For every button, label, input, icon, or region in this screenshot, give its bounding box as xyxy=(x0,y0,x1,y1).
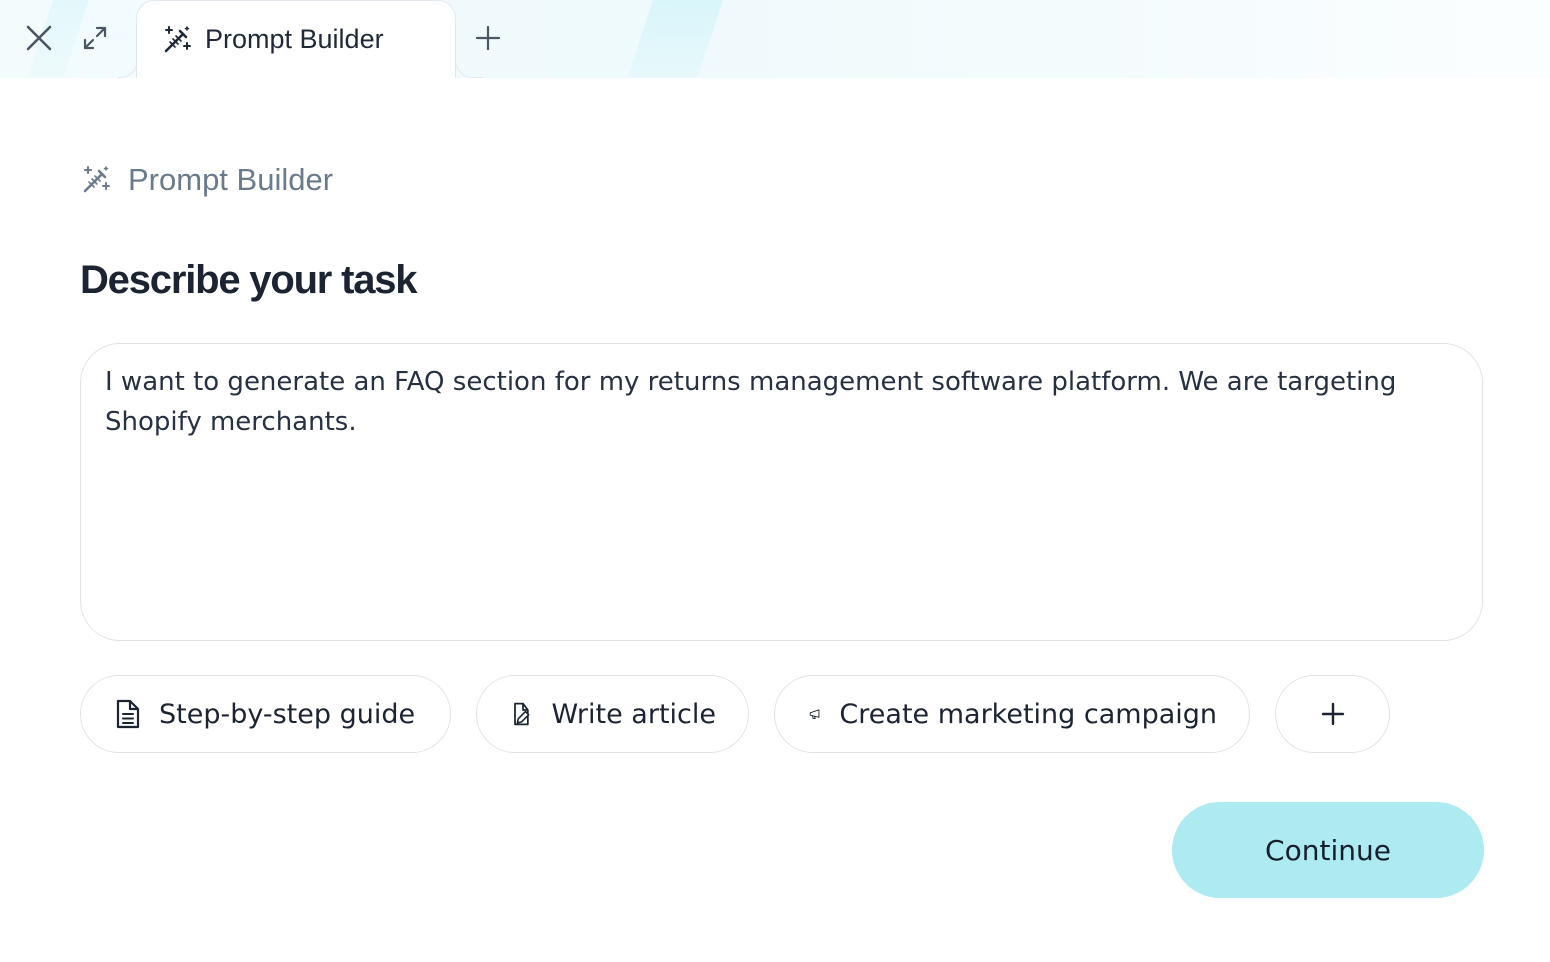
breadcrumb-label: Prompt Builder xyxy=(128,162,334,197)
write-article-button[interactable]: Write article xyxy=(476,675,749,753)
more-suggestions-button[interactable] xyxy=(1275,675,1390,753)
new-tab-button[interactable] xyxy=(470,20,506,56)
tab-prompt-builder[interactable]: Prompt Builder xyxy=(136,0,456,78)
continue-label: Continue xyxy=(1265,833,1391,867)
expand-button[interactable] xyxy=(77,20,113,56)
create-marketing-campaign-button[interactable]: Create marketing campaign xyxy=(774,675,1250,753)
chip-label: Write article xyxy=(551,698,716,730)
tab-bar: Prompt Builder xyxy=(0,0,1550,78)
tab-corner xyxy=(455,58,483,78)
magic-wand-icon xyxy=(164,25,191,52)
tab-corner xyxy=(118,58,138,78)
magic-wand-icon xyxy=(83,166,110,193)
expand-icon xyxy=(83,26,107,50)
document-icon xyxy=(116,699,140,729)
chip-label: Create marketing campaign xyxy=(839,698,1217,730)
decorative-streak xyxy=(620,0,730,78)
pen-document-icon xyxy=(514,702,530,726)
continue-button[interactable]: Continue xyxy=(1172,802,1484,898)
task-description-input[interactable]: I want to generate an FAQ section for my… xyxy=(80,343,1483,641)
plus-icon xyxy=(1321,702,1344,726)
chip-label: Step-by-step guide xyxy=(159,698,416,730)
page-title: Describe your task xyxy=(80,258,418,302)
step-by-step-guide-button[interactable]: Step-by-step guide xyxy=(80,675,451,753)
plus-icon xyxy=(475,25,501,51)
close-button[interactable] xyxy=(21,20,57,56)
megaphone-icon xyxy=(809,709,820,720)
tab-label: Prompt Builder xyxy=(205,24,384,54)
breadcrumb: Prompt Builder xyxy=(80,162,333,198)
close-icon xyxy=(26,25,52,51)
